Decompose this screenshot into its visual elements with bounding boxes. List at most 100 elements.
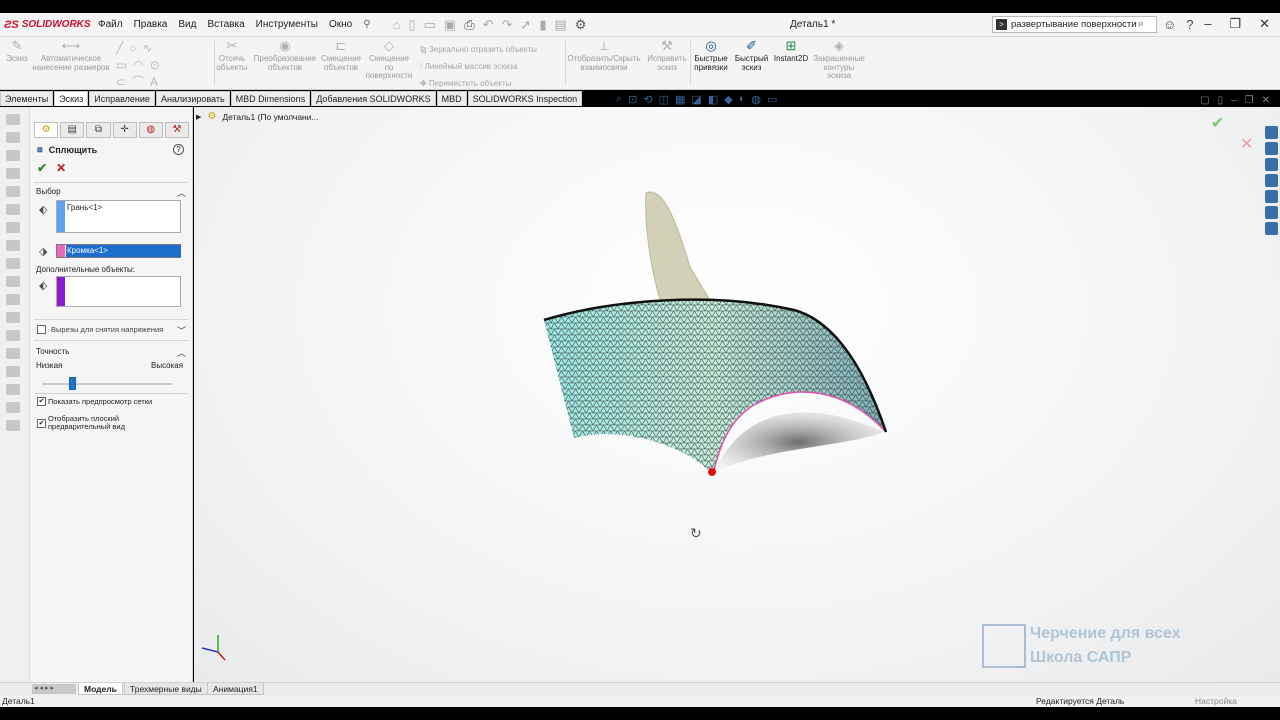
tab-inspection[interactable]: SOLIDWORKS Inspection <box>467 91 583 106</box>
dynamic-annotation-icon[interactable]: ▦ <box>675 93 685 106</box>
tab-cam[interactable]: ⚒ <box>164 122 190 138</box>
zoom-area-icon[interactable]: ⊡ <box>628 93 637 106</box>
smart-dimension-button[interactable]: ⟷ Автоматическое нанесение размеров <box>32 39 110 72</box>
additional-selection-box[interactable] <box>56 276 181 307</box>
resources-icon[interactable] <box>1265 126 1278 139</box>
doc-minimize-icon[interactable]: – <box>1231 95 1237 106</box>
new-icon[interactable]: ▯ <box>408 17 415 33</box>
chevron-down-icon[interactable]: ﹀ <box>177 324 186 337</box>
accuracy-slider-track[interactable] <box>42 383 172 385</box>
forum-icon[interactable] <box>1265 222 1278 235</box>
tab-model[interactable]: Модель <box>78 683 123 695</box>
tab-animation[interactable]: Анимация1 <box>207 683 264 695</box>
doc-restore-icon[interactable]: ▯ <box>1218 95 1224 106</box>
help-icon[interactable]: ? <box>1186 17 1193 32</box>
tool-icon[interactable] <box>6 222 20 233</box>
tool-icon[interactable] <box>6 384 20 395</box>
face-selection-box[interactable]: Грань<1> <box>56 200 181 233</box>
tool-icon[interactable] <box>6 312 20 323</box>
previous-view-icon[interactable]: ⟲ <box>643 93 652 106</box>
options-gear-icon[interactable]: ⚙ <box>575 17 587 33</box>
file-properties-icon[interactable]: ▤ <box>554 17 566 33</box>
rapid-sketch-button[interactable]: ✐ Быстрый эскиз <box>733 39 770 72</box>
redo-icon[interactable]: ↷ <box>502 17 513 33</box>
tab-mbd[interactable]: MBD <box>436 91 467 106</box>
home-icon[interactable]: ⌂ <box>393 17 401 32</box>
tab-property-manager[interactable]: ▤ <box>60 122 85 138</box>
sketch-button[interactable]: ✎ Эскиз <box>5 39 29 64</box>
view-palette-icon[interactable] <box>1265 174 1278 187</box>
pin-icon[interactable]: ⚲ <box>363 19 370 30</box>
menu-insert[interactable]: Вставка <box>207 19 244 30</box>
quick-snaps-button[interactable]: ◎ Быстрые привязки <box>691 39 731 72</box>
confirm-corner-cancel-icon[interactable]: ✕ <box>1240 134 1253 154</box>
edit-appearance-icon[interactable]: ◐ <box>739 93 746 106</box>
select-icon[interactable]: ➚ <box>520 17 531 33</box>
close-icon[interactable]: ✕ <box>1259 16 1270 32</box>
open-icon[interactable]: ▭ <box>424 17 436 33</box>
show-mesh-checkbox[interactable]: ✔ <box>37 397 46 406</box>
tab-dimxpert[interactable]: ✛ <box>112 122 137 138</box>
tool-icon[interactable] <box>6 258 20 269</box>
custom-properties-icon[interactable] <box>1265 206 1278 219</box>
tab-feature-manager[interactable]: ⚙ <box>34 122 59 138</box>
help-button[interactable]: ? <box>173 144 184 155</box>
offset-surface-button[interactable]: ◇ Смещение по поверхности <box>364 39 414 81</box>
selection-header[interactable]: Выбор <box>36 187 61 196</box>
status-customize[interactable]: Настройка <box>1195 695 1237 707</box>
file-explorer-icon[interactable] <box>1265 158 1278 171</box>
ok-button[interactable]: ✔ <box>37 161 47 175</box>
offset-button[interactable]: ⊏ Смещение объектов <box>320 39 362 72</box>
instant2d-button[interactable]: ⊞ Instant2D <box>772 39 810 64</box>
repair-sketch-button[interactable]: ⚒ Исправить эскиз <box>645 39 689 72</box>
view-orientation-icon[interactable]: ◪ <box>691 93 701 106</box>
restore-icon[interactable]: ❐ <box>1229 16 1241 32</box>
trim-button[interactable]: ✂ Отсечь объекты <box>215 39 249 72</box>
appearances-icon[interactable] <box>1265 190 1278 203</box>
tab-evaluate[interactable]: Анализировать <box>155 91 230 106</box>
show-flat-checkbox[interactable]: ✔ <box>37 419 46 428</box>
tab-mbd-dimensions[interactable]: MBD Dimensions <box>230 91 311 106</box>
save-icon[interactable]: ▣ <box>444 17 456 33</box>
minimize-icon[interactable]: – <box>1204 16 1211 32</box>
tool-icon[interactable] <box>6 276 20 287</box>
scene-icon[interactable]: ◍ <box>751 93 761 106</box>
tool-icon[interactable] <box>6 348 20 359</box>
tool-icon[interactable] <box>6 294 20 305</box>
tool-icon[interactable] <box>6 114 20 125</box>
tab-sketch[interactable]: Эскиз <box>54 91 89 106</box>
display-style-icon[interactable]: ◧ <box>708 93 718 106</box>
tab-scroll-arrows[interactable]: ◂◂▸▸ <box>32 684 76 694</box>
accuracy-header[interactable]: Точность <box>36 347 69 356</box>
sketch-entities-group[interactable]: ╱○∿ ▭◠⊙ ⊂⌒A <box>116 40 212 89</box>
menu-tools[interactable]: Инструменты <box>256 19 318 30</box>
section-view-icon[interactable]: ◫ <box>659 93 669 106</box>
tool-icon[interactable] <box>6 330 20 341</box>
solidworks-logo[interactable]: ƧS SOLIDWORKS <box>4 19 91 31</box>
doc-close-icon[interactable]: ✕ <box>1262 95 1270 106</box>
view-settings-icon[interactable]: ▭ <box>767 93 777 106</box>
tab-configuration-manager[interactable]: ⧉ <box>86 122 111 138</box>
tool-icon[interactable] <box>6 132 20 143</box>
zoom-to-fit-icon[interactable]: ⌕ <box>616 93 622 106</box>
tool-icon[interactable] <box>6 186 20 197</box>
menu-file[interactable]: Файл <box>98 19 123 30</box>
tab-addins[interactable]: Добавления SOLIDWORKS <box>311 91 436 106</box>
tool-icon[interactable] <box>6 150 20 161</box>
move-button[interactable]: ✥ Переместить объекты <box>420 75 537 92</box>
menu-window[interactable]: Окно <box>329 19 352 30</box>
tool-icon[interactable] <box>6 240 20 251</box>
doc-maximize-icon[interactable]: ❐ <box>1245 95 1254 106</box>
convert-button[interactable]: ◉ Преобразование объектов <box>252 39 318 72</box>
shaded-contours-button[interactable]: ◈ Закрашенные контуры эскиза <box>812 39 866 81</box>
graphics-area[interactable]: ▶ ⚙ Деталь1 (По умолчани... ↻ ✔ ✕ Черчен… <box>194 107 1280 682</box>
relief-cuts-checkbox[interactable] <box>37 325 46 334</box>
linear-pattern-button[interactable]: ⁞ Линейный массив эскиза <box>420 58 537 75</box>
confirm-corner-ok-icon[interactable]: ✔ <box>1211 113 1224 133</box>
user-icon[interactable]: ☺ <box>1163 17 1176 32</box>
tool-icon[interactable] <box>6 420 20 431</box>
design-library-icon[interactable] <box>1265 142 1278 155</box>
mirror-button[interactable]: ⧎ Зеркально отразить объекты <box>420 41 537 58</box>
print-icon[interactable]: ⎙ <box>464 17 474 33</box>
menu-edit[interactable]: Правка <box>134 19 168 30</box>
